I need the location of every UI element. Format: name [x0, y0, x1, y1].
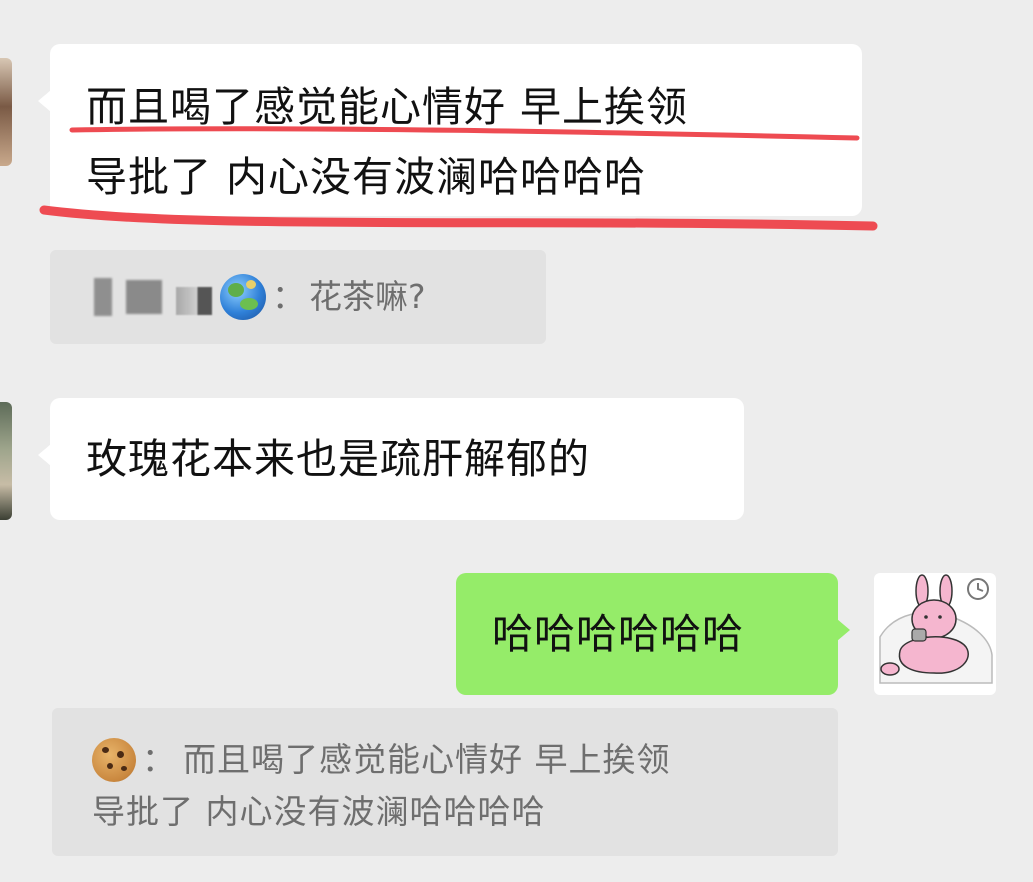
quote-text-line: 导批了 内心没有波澜哈哈哈哈: [92, 792, 546, 831]
quote-separator: ：: [272, 277, 305, 316]
incoming-message-bubble[interactable]: 而且喝了感觉能心情好 早上挨领 导批了 内心没有波澜哈哈哈哈: [38, 44, 862, 216]
contact-avatar[interactable]: [0, 58, 12, 166]
message-text: 哈哈哈哈哈哈: [492, 610, 744, 658]
self-avatar[interactable]: [874, 573, 996, 695]
rabbit-sticker-icon: [879, 574, 993, 684]
contact-avatar[interactable]: [0, 402, 12, 520]
quote-separator: ：: [142, 740, 175, 779]
quote-text: 花茶嘛?: [309, 277, 426, 316]
incoming-message-bubble[interactable]: 玫瑰花本来也是疏肝解郁的: [38, 398, 744, 520]
message-text: 玫瑰花本来也是疏肝解郁的: [86, 435, 590, 483]
message-text-line: 导批了 内心没有波澜哈哈哈哈: [86, 153, 647, 201]
blurred-sender-name: [94, 278, 212, 316]
outgoing-message-bubble[interactable]: 哈哈哈哈哈哈: [456, 573, 850, 695]
cookie-icon: [92, 738, 136, 782]
quote-text-line: 而且喝了感觉能心情好 早上挨领: [183, 740, 671, 779]
quoted-reply[interactable]: ： 而且喝了感觉能心情好 早上挨领 导批了 内心没有波澜哈哈哈哈: [52, 708, 838, 856]
message-text-line: 而且喝了感觉能心情好 早上挨领: [86, 83, 689, 131]
globe-icon: [220, 274, 266, 320]
quoted-reply[interactable]: ： 花茶嘛?: [50, 250, 546, 344]
